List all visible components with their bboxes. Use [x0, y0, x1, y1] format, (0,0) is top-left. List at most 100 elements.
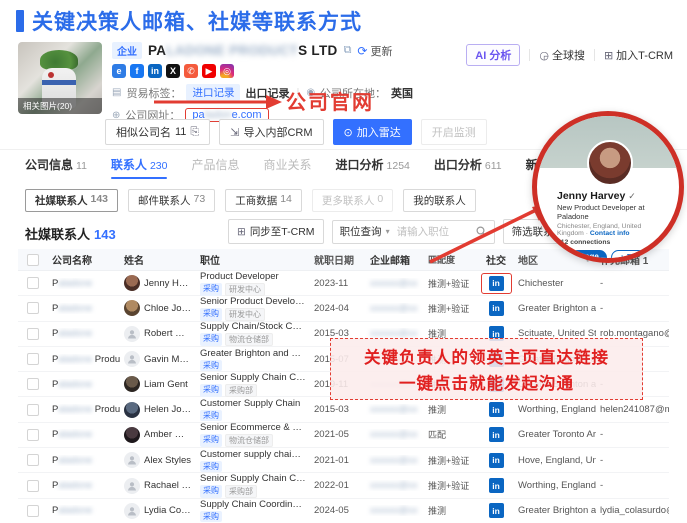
job-title-cell: Senior Ecommerce & Supply Cha...采购物流仓储部 — [196, 422, 310, 447]
facebook-icon[interactable]: f — [130, 64, 144, 78]
contact-name: Amber Whitty — [144, 429, 192, 440]
table-row[interactable]: PaladoneJenny HarveyProduct Developer采购研… — [18, 271, 669, 296]
chip-count: 14 — [280, 193, 292, 208]
add-radar-button[interactable]: ⊙加入雷达 — [333, 119, 412, 145]
copy-icon[interactable]: ⧉ — [344, 44, 352, 57]
linkedin-icon[interactable]: in — [489, 402, 504, 417]
row-checkbox-cell — [18, 404, 48, 416]
chip-工商数据[interactable]: 工商数据14 — [225, 189, 302, 212]
contact-name: Helen Johnstone — [144, 404, 192, 415]
export-record-tag[interactable]: 出口记录 — [245, 85, 289, 101]
join-tcrm-button[interactable]: ⊞加入T-CRM — [604, 47, 673, 63]
website-icon[interactable]: e — [112, 64, 126, 78]
table-row[interactable]: PaladoneAlex StylesCustomer supply chain… — [18, 448, 669, 473]
match-degree-cell: 推测+验证 — [424, 302, 478, 315]
job-tags: 采购物流仓储部 — [200, 434, 306, 447]
import-crm-button[interactable]: ⇲导入内部CRM — [219, 119, 323, 145]
company-photo[interactable]: 相关图片(20) — [18, 42, 102, 114]
chip-我的联系人[interactable]: 我的联系人 — [403, 189, 476, 212]
import-record-tag[interactable]: 进口记录 — [186, 84, 240, 101]
profile-connections[interactable]: 512 connections — [557, 239, 665, 246]
blurred-text: aladone — [58, 303, 92, 314]
table-row[interactable]: Paladone Amber Whitty Senior Ecommerce & S… — [18, 423, 669, 448]
linkedin-icon[interactable]: in — [489, 301, 504, 316]
column-header: 公司名称 — [48, 252, 120, 267]
job-tags: 采购 — [200, 461, 306, 472]
tab-联系人[interactable]: 联系人230 — [111, 156, 168, 179]
contact-info-link[interactable]: Contact info — [590, 230, 630, 237]
ai-analysis-button[interactable]: AI 分析 — [466, 44, 520, 66]
x-icon[interactable]: X — [166, 64, 180, 78]
chip-更多联系人[interactable]: 更多联系人0 — [312, 189, 393, 212]
contact-name: Lydia Colasurdo — [144, 505, 192, 516]
table-row[interactable]: PaladoneLydia ColasurdoSupply Chain Coor… — [18, 499, 669, 523]
company-cell: Paladone — [48, 429, 120, 440]
chip-count: 73 — [194, 193, 206, 208]
monitor-button[interactable]: 开启监测 — [421, 119, 487, 145]
search-icon[interactable] — [469, 226, 494, 237]
global-search-button[interactable]: ◶全球搜 — [539, 47, 585, 63]
company-email-cell: xxxxxx@xx — [366, 505, 424, 516]
contact-name: Chloe Jones — [144, 303, 192, 314]
tab-进口分析[interactable]: 进口分析1254 — [336, 156, 410, 179]
row-checkbox[interactable] — [27, 454, 39, 466]
hire-date-cell: 2023-11 — [310, 278, 366, 289]
table-row[interactable]: Paladone Produc...Helen JohnstoneCustome… — [18, 397, 669, 422]
tab-label: 商业关系 — [263, 156, 311, 173]
phone-icon[interactable]: ✆ — [184, 64, 198, 78]
linkedin-icon[interactable]: in — [489, 276, 504, 291]
tab-出口分析[interactable]: 出口分析611 — [434, 156, 502, 179]
chip-邮件联系人[interactable]: 邮件联系人73 — [128, 189, 215, 212]
youtube-icon[interactable]: ▶ — [202, 64, 216, 78]
linkedin-profile-card: Jenny Harvey ✓ New Product Developer at … — [532, 111, 684, 263]
blurred-email: xxxxxx@xx — [370, 505, 418, 516]
dept-tag-blue: 采购 — [200, 308, 222, 321]
dept-tag-blue: 采购 — [200, 511, 222, 522]
row-checkbox[interactable] — [27, 480, 39, 492]
row-checkbox[interactable] — [27, 404, 39, 416]
table-row[interactable]: PaladoneChloe JonesSenior Product Develo… — [18, 296, 669, 321]
tab-产品信息[interactable]: 产品信息 — [191, 156, 239, 179]
linkedin-icon[interactable]: in — [489, 453, 504, 468]
row-checkbox[interactable] — [27, 277, 39, 289]
dept-tag-blue: 采购 — [200, 410, 222, 421]
company-name: Paladone — [52, 455, 92, 466]
job-title: Senior Supply Chain Coordinator — [200, 473, 306, 484]
photo-caption[interactable]: 相关图片(20) — [18, 98, 102, 114]
tab-商业关系[interactable]: 商业关系 — [263, 156, 311, 179]
similar-company-button[interactable]: 相似公司名11⎘ — [105, 119, 210, 145]
job-title: Senior Supply Chain Coordinator — [200, 372, 306, 383]
select-all-checkbox[interactable] — [27, 254, 39, 266]
company-name: Paladone — [52, 303, 92, 314]
table-row[interactable]: PaladoneRachael KellySenior Supply Chain… — [18, 473, 669, 498]
section-title: 社媒联系人143 — [25, 224, 116, 243]
sync-tcrm-button[interactable]: ⊞同步至T-CRM — [228, 219, 324, 244]
row-checkbox[interactable] — [27, 429, 39, 441]
row-checkbox[interactable] — [27, 505, 39, 517]
row-checkbox[interactable] — [27, 302, 39, 314]
row-checkbox[interactable] — [27, 378, 39, 390]
tab-label: 进口分析 — [336, 156, 384, 173]
instagram-icon[interactable]: ◎ — [220, 64, 234, 78]
row-checkbox[interactable] — [27, 328, 39, 340]
title-accent-bar — [16, 10, 24, 32]
contact-cell: Amber Whitty — [120, 427, 196, 443]
company-email-cell: xxxxxx@xx — [366, 480, 424, 491]
job-search-input[interactable] — [397, 226, 469, 238]
chip-社媒联系人[interactable]: 社媒联系人143 — [25, 189, 118, 212]
avatar — [124, 376, 140, 392]
linkedin-icon[interactable]: in — [489, 503, 504, 518]
tab-公司信息[interactable]: 公司信息11 — [25, 156, 87, 179]
job-title: Supply Chain/Stock Control — [200, 321, 306, 332]
extra-email-cell: helen241087@msn... — [596, 404, 669, 415]
verified-icon: ✓ — [628, 191, 636, 201]
row-checkbox[interactable] — [27, 353, 39, 365]
update-button[interactable]: ⟳更新 — [357, 43, 392, 59]
job-query-dropdown[interactable]: 职位查询▾ — [333, 224, 397, 239]
row-checkbox-cell — [18, 429, 48, 441]
linkedin-icon[interactable]: in — [489, 478, 504, 493]
extra-email-cell: - — [596, 429, 669, 440]
linkedin-icon[interactable]: in — [489, 427, 504, 442]
contact-cell: Robert Monta... — [120, 326, 196, 342]
linkedin-icon[interactable]: in — [148, 64, 162, 78]
